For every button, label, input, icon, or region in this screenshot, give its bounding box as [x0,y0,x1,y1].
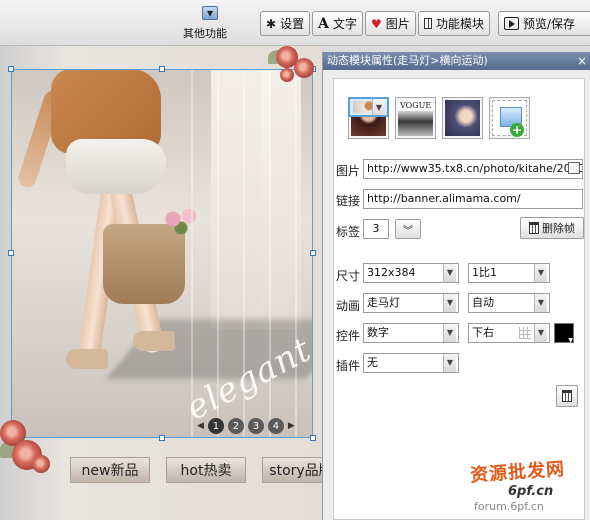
control-value: 数字 [367,326,389,339]
rose-decoration [32,455,50,473]
image-url-value: http://www35.tx8.cn/photo/kitahe/2010 [367,162,583,175]
rose-decoration [280,68,294,82]
heart-icon: ♥ [371,16,382,31]
module-label: 功能模块 [435,17,484,31]
image-url-field[interactable]: http://www35.tx8.cn/photo/kitahe/2010 [363,159,583,179]
settings-label: 设置 [280,17,305,31]
control-select[interactable]: 数字 [363,323,459,343]
watermark-forum: forum.6pf.cn [474,500,544,513]
text-label: 文字 [332,17,357,31]
other-functions-label: 其他功能 [183,27,227,40]
autoplay-select[interactable]: 自动 [468,293,550,313]
link-url-value: http://banner.alimama.com/ [367,192,521,205]
resize-handle[interactable] [8,66,14,72]
animation-value: 走马灯 [367,296,400,309]
resize-handle[interactable] [310,435,316,441]
module-button[interactable]: 功能模块 [418,11,490,36]
frame-thumbnail[interactable] [395,97,436,139]
tab-hot[interactable]: hot热卖 [166,457,246,483]
delete-module-button[interactable] [556,385,578,407]
size-value: 312x384 [367,266,416,279]
properties-panel: 动态模块属性(走马灯>横向运动) × 图片 http://www35.tx8.c… [322,52,590,520]
resize-handle[interactable] [8,250,14,256]
panel-title-bar: 动态模块属性(走马灯>横向运动) × [323,52,590,70]
tag-value: 3 [372,222,380,235]
tag-field-label: 标签 [336,225,361,239]
link-field-label: 链接 [336,194,361,208]
resize-handle[interactable] [310,250,316,256]
top-toolbar: 其他功能 ▾ ✱ 设置 A 文字 ♥ 图片 功能模块 预览/保存 [0,0,590,46]
grid-icon [519,327,531,339]
ratio-select[interactable]: 1比1 [468,263,550,283]
plugin-select[interactable]: 无 [363,353,459,373]
banner-tabs: new新品 hot热卖 story品牌 [70,457,340,483]
trash-icon [529,222,539,234]
panel-body: 图片 http://www35.tx8.cn/photo/kitahe/2010… [333,78,585,520]
selection-frame [11,69,313,438]
tab-new[interactable]: new新品 [70,457,150,483]
preview-save-button[interactable]: 预览/保存 [498,11,590,36]
thumbnail-image [353,101,385,113]
plugin-value: 无 [367,356,378,369]
rose-decoration [294,58,314,78]
module-icon [424,18,432,29]
plugin-field-label: 插件 [336,359,361,373]
size-field-label: 尺寸 [336,269,361,283]
control-field-label: 控件 [336,329,361,343]
text-button[interactable]: A 文字 [312,11,363,36]
tag-style-button[interactable]: ︾ [395,219,421,239]
resize-handle[interactable] [159,66,165,72]
play-icon [504,17,519,30]
close-icon[interactable]: × [576,52,588,68]
animation-field-label: 动画 [336,299,361,313]
delete-frame-button[interactable]: 删除帧 [520,217,584,239]
gear-icon: ✱ [266,16,277,31]
link-url-field[interactable]: http://banner.alimama.com/ [363,189,583,209]
resize-handle[interactable] [159,435,165,441]
autoplay-value: 自动 [472,296,494,309]
image-browse-icon[interactable] [568,162,580,174]
watermark-domain: 6pf.cn [508,484,554,499]
frame-thumbnails [348,97,530,139]
delete-frame-label: 删除帧 [542,222,575,235]
add-frame-button[interactable] [489,97,530,139]
settings-button[interactable]: ✱ 设置 [260,11,310,36]
size-select[interactable]: 312x384 [363,263,459,283]
tag-input[interactable]: 3 [363,219,389,239]
thumbnail-image [398,100,433,136]
frame-thumbnail[interactable] [348,97,389,117]
image-field-label: 图片 [336,164,361,178]
trash-icon [562,390,572,402]
position-select[interactable]: 下右 [468,323,550,343]
panel-title: 动态模块属性(走马灯>横向运动) [327,54,488,67]
animation-select[interactable]: 走马灯 [363,293,459,313]
lashes-icon: ︾ [403,225,413,237]
add-image-icon [492,100,527,137]
image-label: 图片 [385,17,410,31]
chevron-down-icon[interactable]: ▾ [183,6,237,20]
preview-save-label: 预览/保存 [523,17,576,31]
color-picker[interactable] [554,323,574,344]
position-value: 下右 [472,326,494,339]
image-button[interactable]: ♥ 图片 [365,11,416,36]
text-icon: A [318,15,329,32]
ratio-value: 1比1 [472,266,497,279]
frame-thumbnail[interactable] [442,97,483,139]
thumbnail-image [445,100,480,136]
